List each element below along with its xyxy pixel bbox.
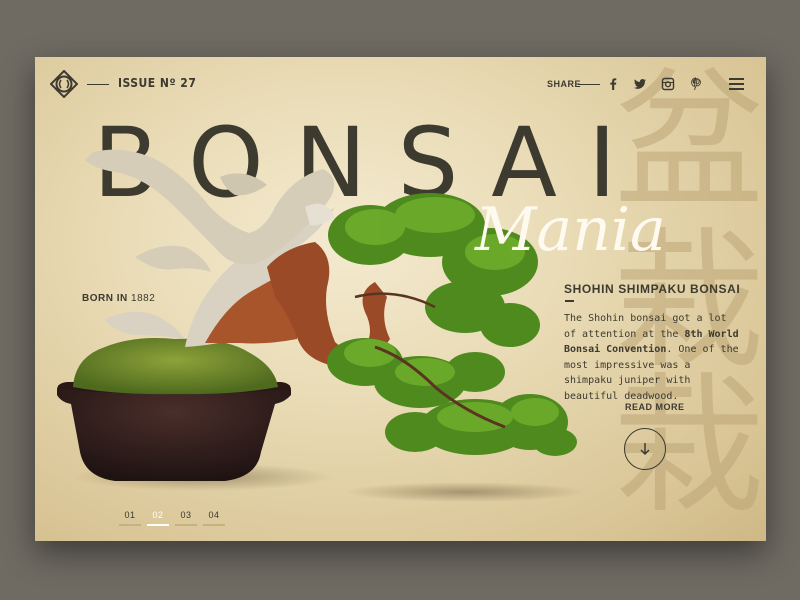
bonsai-illustration	[57, 149, 585, 502]
pager-number: 03	[180, 510, 192, 520]
pager-number: 02	[152, 510, 164, 520]
info-title: SHOHIN SHIMPAKU BONSAI	[564, 282, 741, 296]
pager-item-active[interactable]: 02	[147, 510, 169, 526]
pager-item[interactable]: 04	[203, 510, 225, 526]
pager-bar	[147, 524, 169, 526]
arrow-down-icon	[640, 443, 650, 456]
read-more-link[interactable]: READ MORE	[625, 402, 685, 412]
pager-number: 04	[208, 510, 220, 520]
hero-script-title: Mania	[475, 195, 666, 265]
pager-bar	[175, 524, 197, 526]
pager-bar	[119, 524, 141, 526]
hero-card: 盆 栽 栽 ISSUE Nº 27 SHARE BONSAI BORN IN 1…	[35, 57, 766, 541]
pager-bar	[203, 524, 225, 526]
scroll-down-button[interactable]	[624, 428, 666, 470]
pager: 01 02 03 04	[119, 510, 225, 526]
info-body: The Shohin bonsai got a lot of attention…	[564, 311, 744, 404]
pager-item[interactable]: 01	[119, 510, 141, 526]
info-divider	[565, 300, 574, 302]
pager-item[interactable]: 03	[175, 510, 197, 526]
pager-number: 01	[124, 510, 136, 520]
